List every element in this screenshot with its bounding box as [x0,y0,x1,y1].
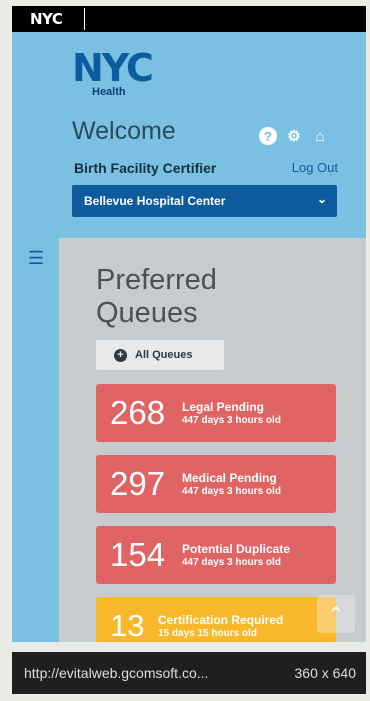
queue-count: 13 [110,608,145,642]
divider [84,8,85,30]
nyc-top-bar: NYC [12,6,366,32]
queue-age: 447 days 3 hours old [182,557,281,568]
queue-label: Medical Pending [182,471,277,485]
queue-age: 447 days 3 hours old [182,486,281,497]
help-icon[interactable]: ? [259,127,277,145]
app-header: NYC Health Welcome ? ⚙ ⌂ Birth Facility … [12,32,366,238]
user-role: Birth Facility Certifier [74,160,217,176]
nyc-health-brand[interactable]: NYC Health [72,46,154,98]
status-bar: http://evitalweb.gcomsoft.co... 360 x 64… [12,652,366,694]
nyc-logo[interactable]: NYC [30,10,63,28]
welcome-heading: Welcome [72,117,176,145]
menu-icon[interactable]: ☰ [28,248,44,269]
facility-select[interactable]: Bellevue Hospital Center ⌄ [72,185,337,217]
queue-label: Potential Duplicate [182,542,291,556]
plus-circle-icon: + [114,348,127,362]
page-title: Preferred Queues [96,264,217,329]
viewport-size: 360 x 640 [294,665,357,681]
main-content: Preferred Queues + All Queues 268 Legal … [59,238,366,642]
brand-mark: NYC [72,46,154,90]
all-queues-button[interactable]: + All Queues [96,340,224,370]
logout-link[interactable]: Log Out [292,160,338,175]
queue-age: 15 days 15 hours old [158,628,257,639]
queue-count: 297 [110,465,166,502]
url-text: http://evitalweb.gcomsoft.co... [24,665,209,681]
queue-card-medical-pending[interactable]: 297 Medical Pending 447 days 3 hours old [96,455,336,513]
all-queues-label: All Queues [135,349,193,361]
queue-card-potential-duplicate[interactable]: 154 Potential Duplicate 447 days 3 hours… [96,526,336,584]
queue-count: 154 [110,536,166,573]
queue-label: Legal Pending [182,400,265,414]
home-icon[interactable]: ⌂ [311,127,329,145]
queue-label: Certification Required [158,613,284,627]
gear-icon[interactable]: ⚙ [285,127,303,145]
queue-card-certification-required[interactable]: 13 Certification Required 15 days 15 hou… [96,597,336,642]
chevron-up-icon: ⌃ [327,603,345,626]
queue-card-legal-pending[interactable]: 268 Legal Pending 447 days 3 hours old [96,384,336,442]
facility-select-value: Bellevue Hospital Center [84,194,226,208]
header-icons: ? ⚙ ⌂ [259,127,329,145]
sidebar: ☰ [12,238,59,642]
chevron-down-icon: ⌄ [316,192,327,206]
queue-count: 268 [110,394,166,431]
scroll-to-top-button[interactable]: ⌃ [317,595,355,633]
queue-age: 447 days 3 hours old [182,415,281,426]
